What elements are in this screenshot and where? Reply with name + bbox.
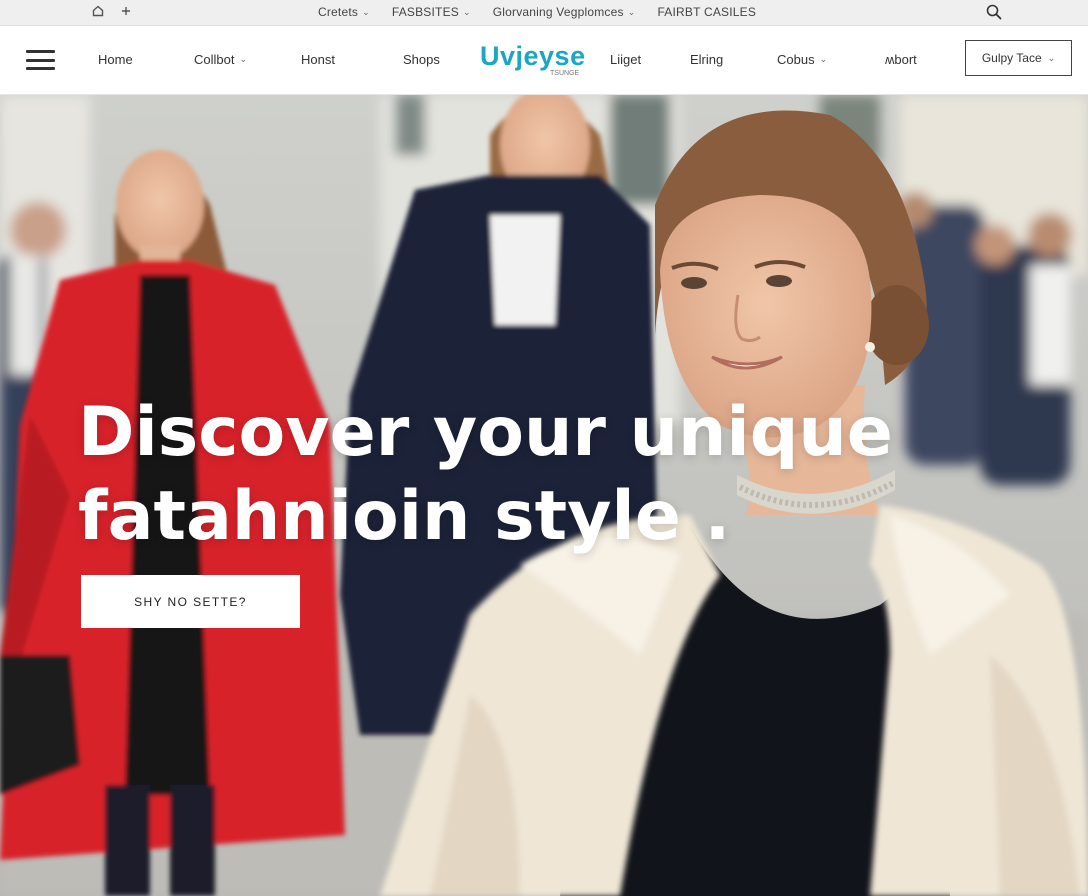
- chevron-down-icon: ⌄: [627, 6, 636, 17]
- utility-link-glorvaning[interactable]: Glorvaning Vegplomces ⌄: [493, 5, 636, 19]
- logo-subtext: TSUNGE: [550, 70, 580, 77]
- utility-link-label: Glorvaning Vegplomces: [492, 5, 624, 19]
- utility-link-label: Cretets: [318, 5, 359, 19]
- main-navigation: Home Collbot ⌄ Honst Shops Uvjeyse TSUNG…: [0, 27, 1088, 95]
- utility-left-icons: [92, 5, 132, 17]
- brand-logo[interactable]: Uvjeyse TSUNGE: [480, 41, 590, 81]
- nav-link-label: Cobus: [777, 52, 815, 67]
- hero-section: Discover your unique fatahnioin style . …: [0, 95, 1088, 896]
- hero-cta-button[interactable]: SHY NO SETTE?: [81, 575, 300, 628]
- nav-link-about[interactable]: ʍbort: [885, 52, 917, 67]
- nav-select-label: Gulpy Tace: [981, 51, 1042, 65]
- nav-link-shops[interactable]: Shops: [403, 52, 440, 67]
- hero-headline-line-1: Discover your unique: [78, 393, 893, 472]
- chevron-down-icon: ⌄: [239, 54, 248, 64]
- hero-headline-line-2: fatahnioin style .: [78, 477, 731, 556]
- chevron-down-icon: ⌄: [362, 6, 370, 17]
- nav-link-label: Elring: [690, 52, 724, 67]
- chevron-down-icon: ⌄: [1047, 52, 1056, 63]
- plus-icon[interactable]: [120, 5, 132, 17]
- hero-headline: Discover your unique fatahnioin style .: [78, 391, 978, 559]
- utility-link-label: FASBSITES: [391, 5, 459, 19]
- search-icon[interactable]: [985, 3, 1003, 21]
- chevron-down-icon: ⌄: [819, 54, 828, 64]
- utility-link-cretets[interactable]: Cretets ⌄: [318, 5, 370, 19]
- logo-text: Uvjeyse: [480, 41, 586, 71]
- utility-link-label: FAIRBT CASILES: [657, 5, 757, 19]
- utility-link-fairbt[interactable]: FAIRBT CASILES: [657, 5, 756, 19]
- home-icon[interactable]: [92, 5, 104, 17]
- nav-link-label: Shops: [403, 52, 440, 67]
- nav-link-liiget[interactable]: Liiget: [610, 52, 641, 67]
- nav-link-label: Liiget: [610, 52, 642, 67]
- nav-link-cobus[interactable]: Cobus ⌄: [777, 52, 827, 67]
- utility-bar: Cretets ⌄ FASBSITES ⌄ Glorvaning Vegplom…: [0, 0, 1088, 26]
- nav-link-label: Collbot: [194, 52, 235, 67]
- nav-link-elring[interactable]: Elring: [690, 52, 723, 67]
- nav-link-label: ʍbort: [885, 52, 917, 67]
- utility-link-fasbsites[interactable]: FASBSITES ⌄: [392, 5, 471, 19]
- nav-link-honst[interactable]: Honst: [301, 52, 335, 67]
- nav-link-label: Honst: [301, 52, 335, 67]
- nav-link-collbot[interactable]: Collbot ⌄: [194, 52, 247, 67]
- hero-cta-label: SHY NO SETTE?: [134, 594, 247, 609]
- chevron-down-icon: ⌄: [462, 6, 471, 17]
- nav-link-home[interactable]: Home: [98, 52, 133, 67]
- utility-links: Cretets ⌄ FASBSITES ⌄ Glorvaning Vegplom…: [318, 5, 756, 19]
- menu-icon[interactable]: [26, 50, 55, 70]
- nav-link-label: Home: [98, 52, 133, 67]
- nav-select-dropdown[interactable]: Gulpy Tace ⌄: [965, 40, 1072, 76]
